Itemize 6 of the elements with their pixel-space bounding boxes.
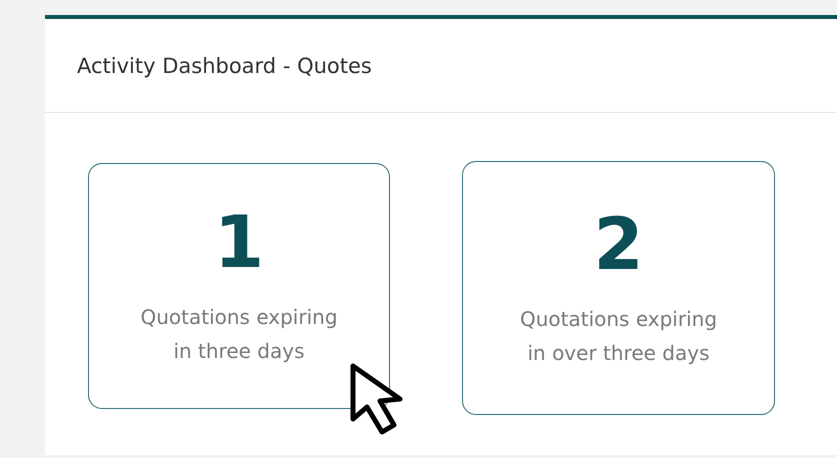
panel-title: Activity Dashboard - Quotes (77, 54, 372, 78)
stat-card[interactable]: 2 Quotations expiring in over three days (462, 161, 775, 415)
stat-value: 1 (214, 206, 264, 278)
stat-label: Quotations expiring in over three days (520, 306, 718, 367)
stat-value: 2 (593, 208, 644, 280)
stat-label: Quotations expiring in three days (140, 304, 338, 365)
